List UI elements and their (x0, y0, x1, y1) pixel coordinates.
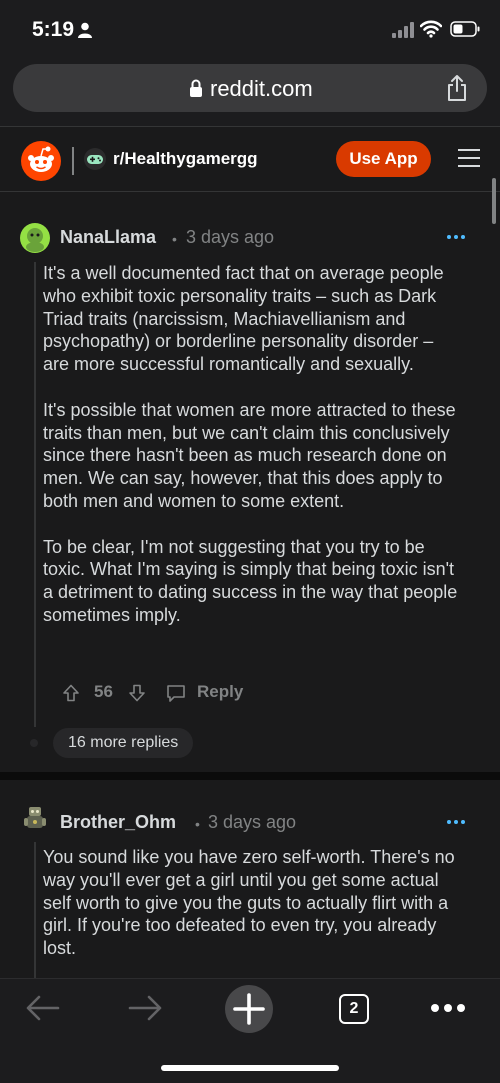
meta-separator: • (172, 231, 177, 247)
thread-line[interactable] (34, 842, 36, 978)
plus-icon (233, 993, 265, 1025)
battery-icon (450, 21, 480, 37)
tabs-count-button[interactable]: 2 (339, 994, 369, 1024)
more-options-icon[interactable] (446, 819, 466, 825)
more-options-icon[interactable] (446, 234, 466, 240)
upvote-icon[interactable] (62, 684, 80, 702)
reply-button[interactable]: Reply (197, 682, 243, 702)
comment-paragraph: To be clear, I'm not suggesting that you… (43, 536, 458, 625)
status-bar: 5:19 (0, 0, 500, 58)
reddit-header: r/Healthygamergg Use App (0, 126, 500, 192)
url-text: reddit.com (210, 76, 313, 101)
comment-paragraph: It's a well documented fact that on aver… (43, 263, 444, 375)
comment-separator (0, 772, 500, 780)
comment-body: It's a well documented fact that on aver… (43, 262, 463, 650)
thread-line[interactable] (34, 262, 36, 727)
home-indicator (161, 1065, 339, 1071)
reply-icon[interactable] (166, 683, 186, 703)
meta-separator: • (195, 816, 200, 832)
menu-icon[interactable] (458, 149, 480, 169)
cellular-signal-icon (392, 22, 414, 38)
reddit-logo-icon[interactable] (21, 141, 61, 181)
vote-score: 56 (94, 682, 113, 701)
address-bar[interactable]: reddit.com (13, 64, 487, 112)
more-replies-button[interactable]: 16 more replies (53, 728, 194, 758)
comment-username[interactable]: Brother_Ohm (60, 812, 176, 833)
comments-section: NanaLlama • 3 days ago It's a well docum… (0, 192, 500, 978)
comment-timestamp: 3 days ago (186, 227, 275, 247)
share-icon[interactable] (445, 74, 469, 102)
scrollbar[interactable] (492, 178, 496, 224)
comment-paragraph: It's possible that women are more attrac… (43, 399, 456, 511)
downvote-icon[interactable] (128, 684, 146, 702)
more-icon[interactable] (430, 1003, 466, 1013)
forward-arrow-icon[interactable] (128, 995, 162, 1021)
header-divider (72, 147, 74, 175)
comment-body: You sound like you have zero self-worth.… (43, 846, 463, 978)
wifi-icon (420, 20, 442, 38)
subreddit-icon (84, 148, 106, 170)
status-time: 5:19 (32, 18, 75, 41)
subreddit-name[interactable]: r/Healthygamergg (113, 149, 258, 169)
lock-icon (190, 79, 202, 97)
browser-url-area: reddit.com (0, 58, 500, 126)
avatar (20, 223, 50, 253)
person-icon (78, 22, 92, 38)
new-tab-button[interactable] (225, 985, 273, 1033)
avatar (20, 802, 50, 832)
use-app-button[interactable]: Use App (336, 141, 431, 177)
comment-paragraph: You sound like you have zero self-worth.… (43, 847, 455, 959)
comment-timestamp: 3 days ago (208, 812, 297, 832)
back-arrow-icon[interactable] (26, 995, 60, 1021)
browser-toolbar: 2 (0, 978, 500, 1083)
comment-username[interactable]: NanaLlama (60, 227, 156, 248)
thread-end-dot (30, 739, 38, 747)
